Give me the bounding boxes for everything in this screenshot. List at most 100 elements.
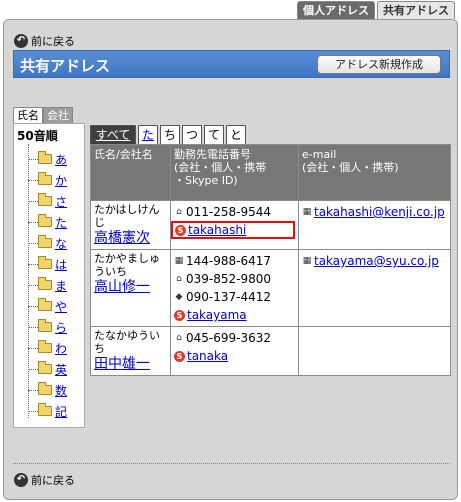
left-tabs: 氏名 会社: [13, 107, 73, 123]
contact-name-link[interactable]: 高橋憲次: [94, 230, 150, 246]
tree-link[interactable]: ま: [55, 277, 67, 294]
tree-link[interactable]: た: [55, 214, 67, 231]
table-row: たかはしけんじ 高橋憲次 ⌂ 011-258-9544 Stakahashi ▦ t…: [90, 200, 451, 250]
home-phone-icon: ⌂: [176, 333, 182, 343]
folder-icon: [38, 340, 52, 353]
skype-highlight: Stakahashi: [171, 221, 295, 239]
tree-link[interactable]: な: [55, 235, 67, 252]
contact-name-link[interactable]: 高山修一: [94, 279, 150, 295]
tab-shared-address[interactable]: 共有アドレス: [377, 1, 455, 19]
top-tabs: 個人アドレス 共有アドレス: [297, 1, 455, 19]
office-icon: ▦: [302, 207, 312, 217]
column-email: e-mail (会社・個人・携帯): [298, 144, 451, 201]
tree-item-ta[interactable]: た: [28, 212, 67, 232]
tree-item-ka[interactable]: か: [28, 170, 67, 190]
folder-open-icon: [38, 214, 52, 227]
tree-item-ei[interactable]: 英: [28, 359, 67, 379]
name-kana: たなかゆういち: [94, 329, 160, 355]
folder-icon: [38, 403, 52, 416]
skype-icon: S: [174, 350, 185, 362]
folder-icon: [38, 277, 52, 290]
back-arrow-icon: ↶: [14, 473, 28, 487]
title-bar: 共有アドレス アドレス新規作成: [13, 50, 450, 78]
main-panel: ↶ 前に戻る 共有アドレス アドレス新規作成 氏名 会社 50音順 あ か さ …: [3, 19, 458, 500]
tab-personal-address[interactable]: 個人アドレス: [297, 1, 375, 19]
phone-number: 011-258-9544: [186, 205, 272, 219]
skype-link[interactable]: takahashi: [188, 221, 246, 239]
tree-item-a[interactable]: あ: [28, 149, 67, 169]
tab-te: て: [204, 125, 224, 144]
skype-link[interactable]: tanaka: [187, 347, 228, 365]
divider: [13, 463, 450, 464]
tree-root: 50音順: [17, 129, 58, 143]
back-label: 前に戻る: [31, 474, 75, 487]
address-table: 氏名/会社名 勤務先電話番号 (会社・個人・携帯 ・Skype ID) e-ma…: [90, 144, 451, 376]
tree-link[interactable]: は: [55, 256, 67, 273]
skype-link[interactable]: takayama: [187, 306, 247, 324]
page-title: 共有アドレス: [20, 57, 111, 75]
tree-item-sa[interactable]: さ: [28, 191, 67, 211]
back-link-bottom[interactable]: ↶ 前に戻る: [14, 472, 75, 488]
skype-icon: S: [174, 309, 185, 321]
back-link-top[interactable]: ↶ 前に戻る: [14, 33, 75, 49]
tree-link[interactable]: ら: [55, 319, 67, 336]
tab-tsu: つ: [182, 125, 202, 144]
phone-number: 039-852-9800: [186, 272, 272, 286]
name-kana: たかやましゅういち: [94, 252, 160, 278]
tree-item-wa[interactable]: わ: [28, 338, 67, 358]
tree-item-ki[interactable]: 記: [28, 401, 67, 421]
tab-chi: ち: [160, 125, 180, 144]
tree-item-suu[interactable]: 数: [28, 380, 67, 400]
tree-link[interactable]: 数: [55, 382, 67, 399]
tab-all[interactable]: すべて: [90, 125, 136, 144]
folder-icon: [38, 172, 52, 185]
skype-icon: S: [175, 224, 186, 236]
contact-name-link[interactable]: 田中雄一: [94, 356, 150, 372]
tree-link[interactable]: や: [55, 298, 67, 315]
folder-icon: [38, 361, 52, 374]
tab-company[interactable]: 会社: [43, 107, 73, 123]
folder-icon: [38, 193, 52, 206]
mobile-phone-icon: ◆: [175, 292, 183, 302]
office-icon: ▦: [302, 256, 312, 266]
tree-link[interactable]: あ: [55, 151, 67, 168]
email-link[interactable]: takayama@syu.co.jp: [314, 252, 439, 270]
back-arrow-icon: ↶: [14, 34, 28, 48]
phone-number: 045-699-3632: [186, 331, 272, 345]
email-link[interactable]: takahashi@kenji.co.jp: [314, 203, 445, 221]
tree-item-ma[interactable]: ま: [28, 275, 67, 295]
column-phone: 勤務先電話番号 (会社・個人・携帯 ・Skype ID): [170, 144, 299, 201]
tree-item-ra[interactable]: ら: [28, 317, 67, 337]
tree-item-ha[interactable]: は: [28, 254, 67, 274]
name-kana: たかはしけんじ: [94, 203, 160, 229]
phone-number: 090-137-4412: [186, 290, 272, 304]
tree-link[interactable]: わ: [55, 340, 67, 357]
tree-link[interactable]: 英: [55, 361, 67, 378]
table-row: たなかゆういち 田中雄一 ⌂ 045-699-3632 Stanaka: [90, 326, 451, 376]
index-tabs: すべて た ち つ て と: [90, 125, 246, 144]
tree-link[interactable]: 記: [55, 403, 67, 420]
tab-ta[interactable]: た: [138, 125, 158, 144]
tree-item-ya[interactable]: や: [28, 296, 67, 316]
office-phone-icon: ▦: [174, 256, 184, 266]
folder-icon: [38, 319, 52, 332]
index-tree: 50音順 あ か さ た な は ま や ら わ 英 数 記: [13, 123, 85, 428]
table-header: 氏名/会社名 勤務先電話番号 (会社・個人・携帯 ・Skype ID) e-ma…: [90, 144, 451, 201]
tree-link[interactable]: さ: [55, 193, 67, 210]
folder-icon: [38, 235, 52, 248]
back-label: 前に戻る: [31, 35, 75, 48]
folder-icon: [38, 151, 52, 164]
empty-email-cell: [298, 326, 451, 376]
tree-item-na[interactable]: な: [28, 233, 67, 253]
folder-icon: [38, 256, 52, 269]
tab-name[interactable]: 氏名: [13, 107, 43, 123]
phone-number: 144-988-6417: [186, 254, 272, 268]
new-address-button[interactable]: アドレス新規作成: [317, 55, 441, 74]
tab-to: と: [226, 125, 246, 144]
tree-link[interactable]: か: [55, 172, 67, 189]
table-row: たかやましゅういち 高山修一 ▦ 144-988-6417 ⌂ 039-852-98…: [90, 249, 451, 327]
home-phone-icon: ⌂: [176, 274, 182, 284]
column-name: 氏名/会社名: [90, 144, 171, 201]
folder-icon: [38, 298, 52, 311]
folder-icon: [38, 382, 52, 395]
